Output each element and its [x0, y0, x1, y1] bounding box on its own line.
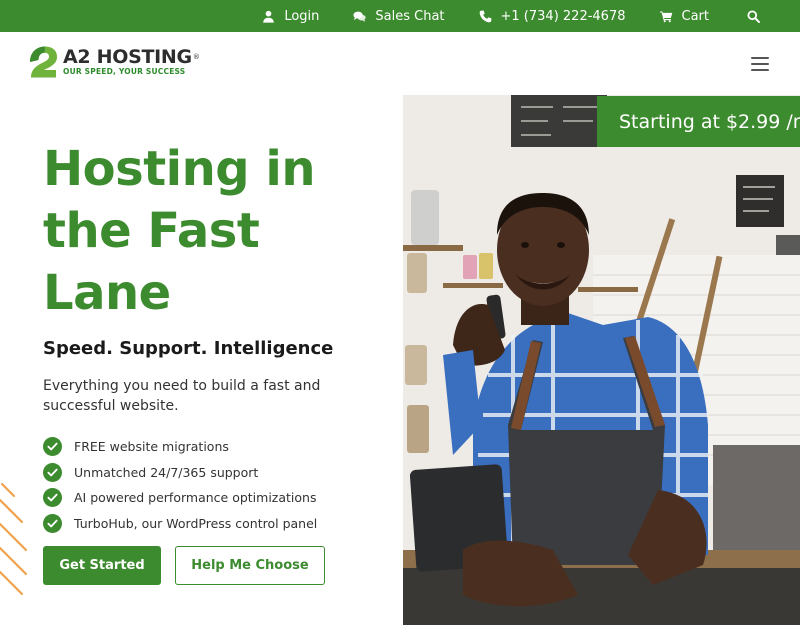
login-link[interactable]: Login: [262, 9, 319, 24]
price-banner[interactable]: Starting at $2.99 /mo: [597, 96, 800, 147]
hero-title: Hosting in the Fast Lane: [43, 138, 383, 324]
feature-item: TurboHub, our WordPress control panel: [43, 511, 317, 537]
utility-bar: Login Sales Chat +1 (734) 222-4678 Cart: [0, 0, 800, 32]
cart-link[interactable]: Cart: [659, 8, 710, 24]
hero-description: Everything you need to build a fast and …: [43, 378, 321, 414]
phone-link[interactable]: +1 (734) 222-4678: [479, 9, 626, 24]
menu-icon-bar: [751, 69, 769, 71]
check-icon: [43, 462, 62, 482]
sales-chat-label: Sales Chat: [375, 8, 445, 24]
sales-chat-link[interactable]: Sales Chat: [353, 8, 445, 24]
check-icon: [43, 437, 62, 457]
hero-photo: [403, 95, 800, 625]
site-header: A2 HOSTING® OUR SPEED, YOUR SUCCESS: [0, 32, 800, 94]
hamburger-menu-button[interactable]: [751, 57, 769, 71]
menu-icon-bar: [751, 63, 769, 65]
hero-title-line-3: Lane: [43, 265, 171, 321]
hero-photo-illustration: [403, 95, 800, 625]
feature-item: Unmatched 24/7/365 support: [43, 460, 317, 486]
feature-text: FREE website migrations: [74, 439, 229, 455]
feature-item: FREE website migrations: [43, 434, 317, 460]
check-icon: [43, 488, 62, 508]
help-me-choose-button[interactable]: Help Me Choose: [175, 546, 325, 585]
registered-mark: ®: [192, 53, 200, 62]
phone-icon: [479, 10, 491, 22]
cart-icon: [659, 10, 672, 22]
feature-text: TurboHub, our WordPress control panel: [74, 515, 318, 531]
check-icon: [43, 513, 62, 533]
search-icon: [747, 9, 760, 23]
a2-hosting-logo[interactable]: A2 HOSTING® OUR SPEED, YOUR SUCCESS: [27, 45, 200, 79]
logo-name-wrap: A2 HOSTING®: [63, 47, 200, 68]
hero-title-line-1: Hosting in: [43, 141, 315, 197]
cart-label: Cart: [681, 8, 710, 24]
user-icon: [263, 10, 275, 23]
decorative-lines: [0, 482, 28, 596]
logo-mark-icon: [30, 46, 57, 78]
phone-number: +1 (734) 222-4678: [500, 8, 626, 24]
hero-subtitle: Speed. Support. Intelligence: [43, 338, 334, 359]
feature-text: AI powered performance optimizations: [74, 490, 317, 506]
menu-icon: [751, 57, 769, 59]
search-button[interactable]: [747, 9, 760, 23]
get-started-button[interactable]: Get Started: [43, 546, 161, 585]
logo-name: A2 HOSTING: [63, 45, 192, 68]
feature-item: AI powered performance optimizations: [43, 485, 317, 511]
feature-text: Unmatched 24/7/365 support: [74, 464, 259, 480]
logo-tagline: OUR SPEED, YOUR SUCCESS: [63, 67, 186, 77]
login-label: Login: [284, 8, 320, 24]
feature-list: FREE website migrations Unmatched 24/7/3…: [43, 434, 317, 536]
hero-title-line-2: the Fast: [43, 203, 260, 259]
chat-icon: [353, 11, 367, 22]
